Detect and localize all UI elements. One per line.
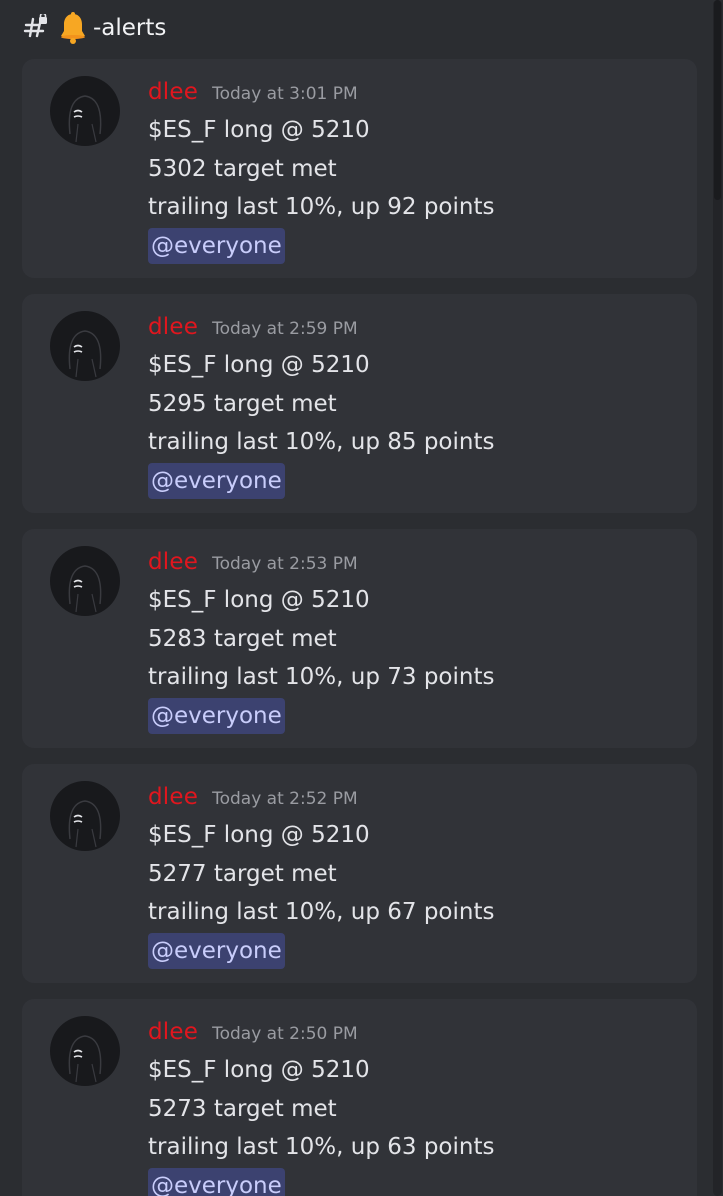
user-avatar[interactable] [50,76,120,146]
message-timestamp: Today at 2:50 PM [212,1024,358,1044]
author-name[interactable]: dlee [148,1019,198,1045]
message-line: $ES_F long @ 5210 [148,352,370,378]
scrollbar-thumb[interactable] [714,0,721,200]
user-avatar[interactable] [50,311,120,381]
message-line: $ES_F long @ 5210 [148,587,370,613]
message-card[interactable]: dlee Today at 2:50 PM $ES_F long @ 5210 … [22,999,697,1196]
everyone-mention[interactable]: @everyone [148,1167,285,1196]
message-line: trailing last 10%, up 67 points [148,899,495,925]
message-body: dlee Today at 2:59 PM $ES_F long @ 5210 … [148,314,677,499]
message-line: trailing last 10%, up 85 points [148,429,495,455]
message-body: dlee Today at 2:52 PM $ES_F long @ 5210 … [148,784,677,969]
everyone-mention[interactable]: @everyone [148,932,285,969]
author-name[interactable]: dlee [148,314,198,340]
everyone-mention[interactable]: @everyone [148,227,285,264]
message-header: dlee Today at 2:59 PM [148,314,677,346]
bell-icon [58,11,88,45]
message-header: dlee Today at 2:53 PM [148,549,677,581]
message-card[interactable]: dlee Today at 2:52 PM $ES_F long @ 5210 … [22,764,697,983]
message-line: 5277 target met [148,860,337,887]
message-timestamp: Today at 2:59 PM [212,319,358,339]
message-line: $ES_F long @ 5210 [148,117,370,143]
message-header: dlee Today at 2:50 PM [148,1019,677,1051]
message-timestamp: Today at 2:52 PM [212,789,358,809]
message-body: dlee Today at 2:50 PM $ES_F long @ 5210 … [148,1019,677,1196]
author-name[interactable]: dlee [148,784,198,810]
message-list: dlee Today at 3:01 PM $ES_F long @ 5210 … [22,59,697,1196]
user-avatar[interactable] [50,1016,120,1086]
message-card[interactable]: dlee Today at 3:01 PM $ES_F long @ 5210 … [22,59,697,278]
author-name[interactable]: dlee [148,549,198,575]
message-line: $ES_F long @ 5210 [148,822,370,848]
message-line: trailing last 10%, up 92 points [148,194,495,220]
message-timestamp: Today at 3:01 PM [212,84,358,104]
message-line: 5283 target met [148,625,337,652]
message-body: dlee Today at 3:01 PM $ES_F long @ 5210 … [148,79,677,264]
message-line: trailing last 10%, up 63 points [148,1134,495,1160]
message-header: dlee Today at 3:01 PM [148,79,677,111]
message-line: 5302 target met [148,155,337,182]
channel-name: -alerts [93,15,167,41]
message-line: 5295 target met [148,390,337,417]
message-line: trailing last 10%, up 73 points [148,664,495,690]
channel-header[interactable]: -alerts [22,8,166,48]
message-line: 5273 target met [148,1095,337,1122]
message-line: $ES_F long @ 5210 [148,1057,370,1083]
discord-window: -alerts dlee Today at 3:01 PM $ES_F long… [0,0,723,1196]
message-card[interactable]: dlee Today at 2:59 PM $ES_F long @ 5210 … [22,294,697,513]
message-timestamp: Today at 2:53 PM [212,554,358,574]
user-avatar[interactable] [50,546,120,616]
hash-lock-icon [22,12,50,42]
author-name[interactable]: dlee [148,79,198,105]
message-body: dlee Today at 2:53 PM $ES_F long @ 5210 … [148,549,677,734]
message-header: dlee Today at 2:52 PM [148,784,677,816]
user-avatar[interactable] [50,781,120,851]
message-card[interactable]: dlee Today at 2:53 PM $ES_F long @ 5210 … [22,529,697,748]
everyone-mention[interactable]: @everyone [148,462,285,499]
everyone-mention[interactable]: @everyone [148,697,285,734]
